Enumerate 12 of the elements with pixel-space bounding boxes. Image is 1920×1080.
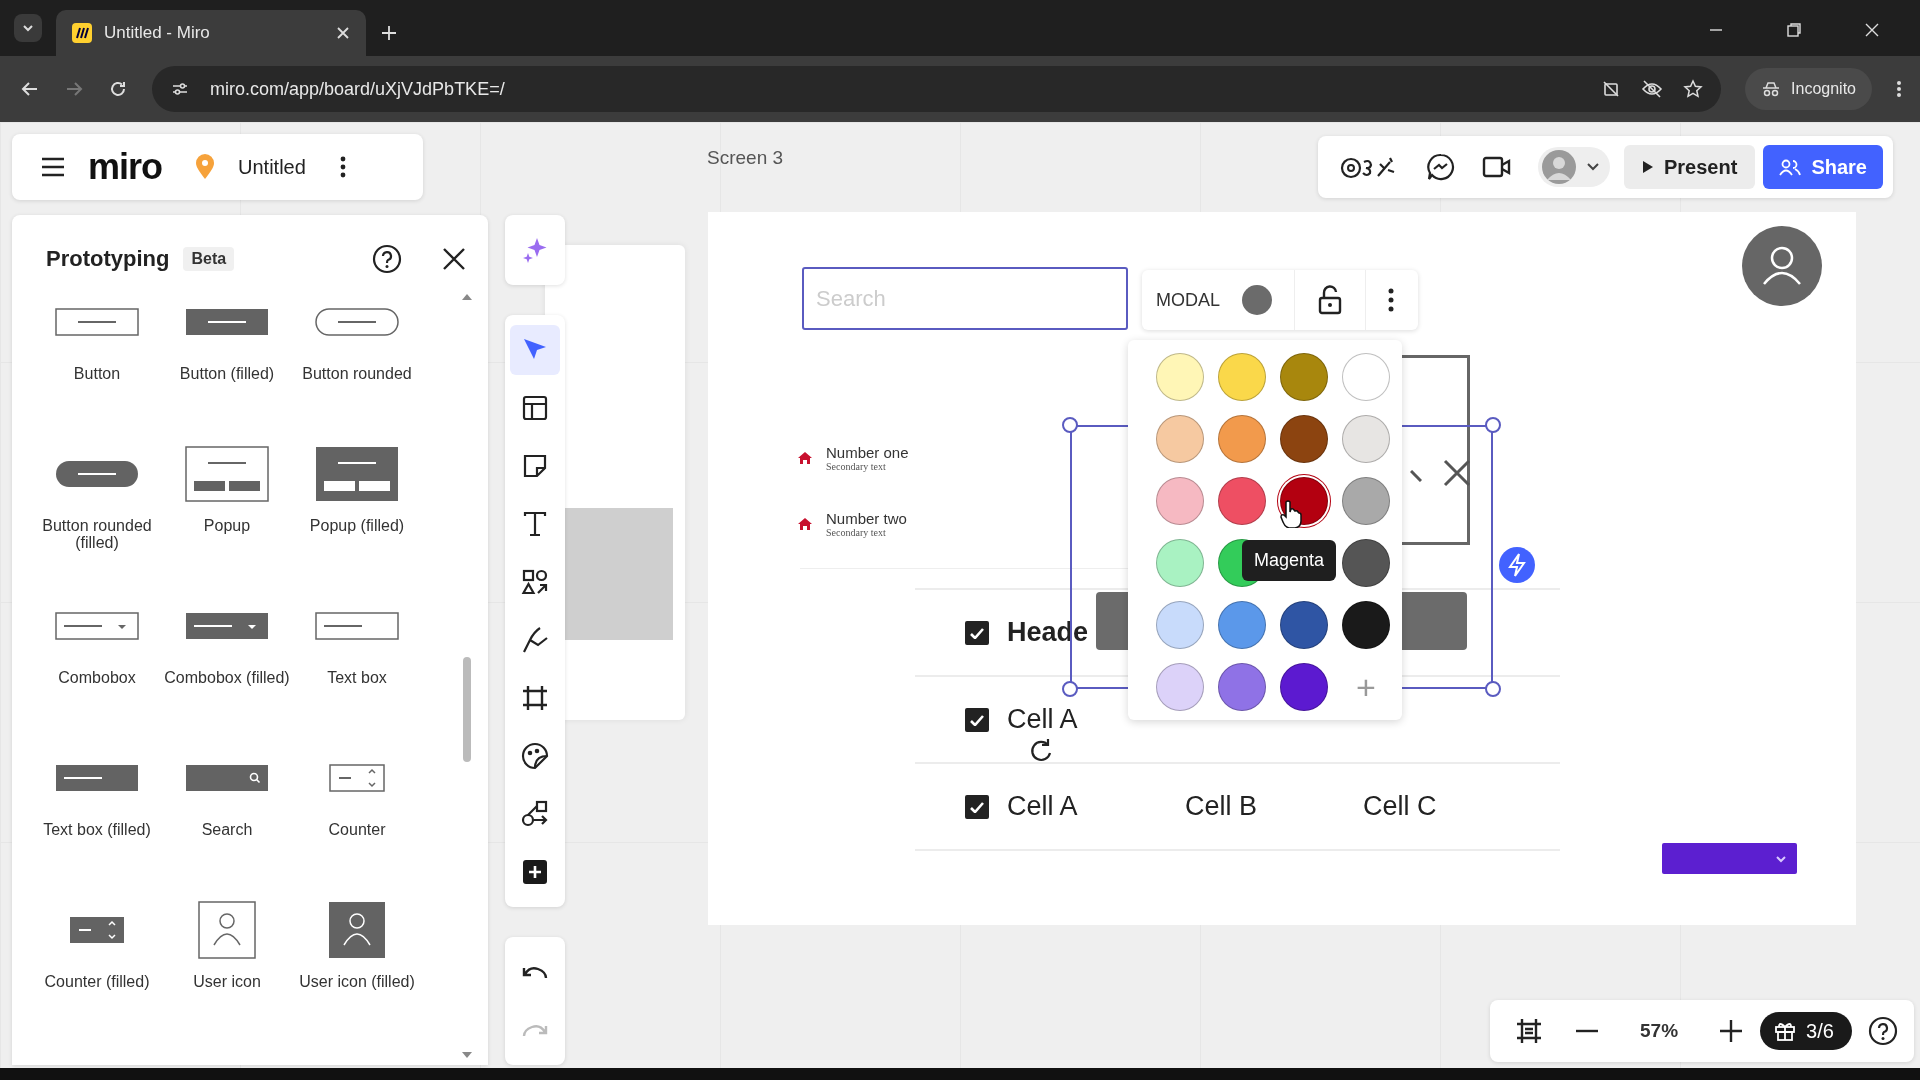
list-item-subtitle: Secondary text	[826, 461, 887, 472]
url-text: miro.com/app/board/uXjVJdPbTKE=/	[210, 78, 505, 100]
table-cell: Cell A	[1007, 791, 1078, 821]
list-item-title: Number two	[826, 510, 907, 527]
panel-title: Prototyping	[46, 246, 170, 272]
table-cell: Cell C	[1363, 791, 1437, 821]
table-cell: Cell A	[1007, 704, 1078, 734]
list-item-subtitle: Secondary text	[826, 527, 887, 538]
list-item-title: Number one	[826, 444, 909, 461]
tooltip: Magenta	[1242, 540, 1337, 581]
table-cell: Cell B	[1185, 791, 1258, 821]
beta-badge: Beta	[183, 247, 235, 271]
